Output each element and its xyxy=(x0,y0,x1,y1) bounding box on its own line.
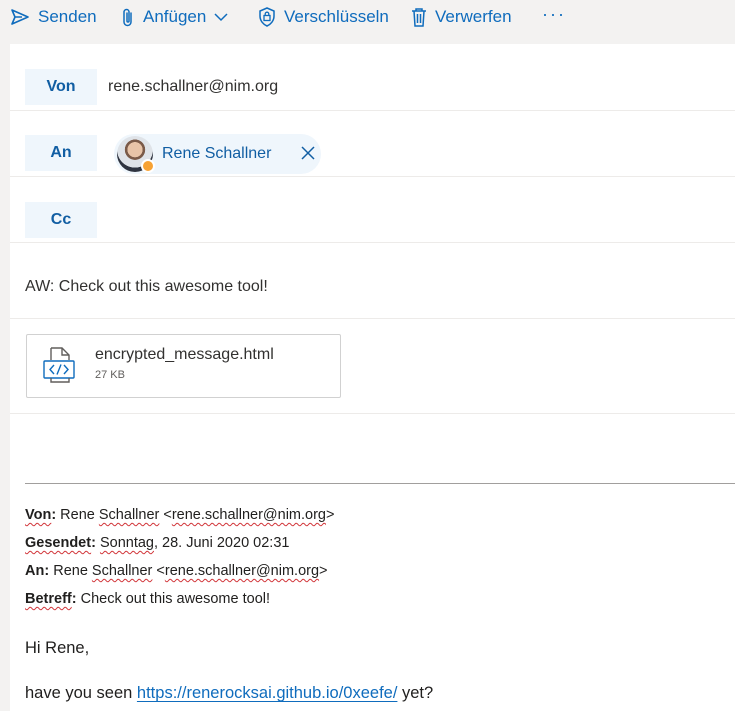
chevron-down-icon[interactable] xyxy=(214,12,228,22)
quoted-from-label: Von xyxy=(25,507,52,523)
quoted-to-surname: Schallner xyxy=(91,563,153,579)
shield-icon xyxy=(258,7,276,27)
compose-pane: Von rene.schallner@nim.org An Rene Schal… xyxy=(10,44,735,711)
attachment-name: encrypted_message.html xyxy=(95,346,274,363)
quoted-subject-label: Betreff xyxy=(25,591,72,607)
from-row: Von rene.schallner@nim.org xyxy=(10,44,735,111)
body-link[interactable]: https://renerocksai.github.io/0xeefe/ xyxy=(137,684,398,702)
quoted-subject-value: Check out this awesome tool! xyxy=(76,591,271,607)
attach-label: Anfügen xyxy=(143,7,207,26)
quoted-to-close: > xyxy=(319,563,328,579)
avatar xyxy=(117,136,155,173)
quoted-sent-day: Sonntag xyxy=(99,535,154,551)
attach-button[interactable]: Anfügen xyxy=(121,3,228,31)
discard-label: Verwerfen xyxy=(435,7,512,26)
quoted-sent-line: Gesendet: Sonntag, 28. Juni 2020 02:31 xyxy=(25,535,290,551)
quoted-sent-label: Gesendet xyxy=(25,535,92,551)
body-text-post: yet? xyxy=(397,684,434,702)
cc-row: Cc xyxy=(10,176,735,243)
quoted-to-label: An xyxy=(25,563,45,579)
quoted-from-close: > xyxy=(326,507,335,523)
body-greeting: Hi Rene, xyxy=(25,639,90,657)
send-button[interactable]: Senden xyxy=(10,3,97,31)
quoted-from-open: < xyxy=(159,507,172,523)
quoted-to-email: rene.schallner@nim.org xyxy=(164,563,320,579)
quoted-from-email: rene.schallner@nim.org xyxy=(171,507,326,523)
recipient-chip[interactable]: Rene Schallner xyxy=(114,134,321,174)
from-button[interactable]: Von xyxy=(25,69,97,105)
quoted-subject-line: Betreff: Check out this awesome tool! xyxy=(25,591,271,607)
quote-divider xyxy=(25,483,735,484)
subject-field[interactable]: AW: Check out this awesome tool! xyxy=(25,278,268,296)
quoted-from-surname: Schallner xyxy=(98,507,160,523)
command-bar: Senden Anfügen Verschlüsseln Verwerfen ·… xyxy=(0,0,735,40)
more-options-button[interactable]: ··· xyxy=(542,4,566,25)
cc-button[interactable]: Cc xyxy=(25,202,97,238)
close-icon[interactable] xyxy=(301,146,315,165)
to-button[interactable]: An xyxy=(25,135,97,171)
recipient-name: Rene Schallner xyxy=(162,145,272,162)
paperclip-icon xyxy=(121,7,135,27)
quoted-to-open: < xyxy=(152,563,165,579)
attachment-size: 27 KB xyxy=(95,369,125,381)
quoted-from-line: Von: Rene Schallner <rene.schallner@nim.… xyxy=(25,507,335,523)
body-text: have you seen https://renerocksai.github… xyxy=(25,684,433,703)
trash-icon xyxy=(411,7,427,27)
from-address[interactable]: rene.schallner@nim.org xyxy=(108,78,278,96)
attachment-card[interactable]: encrypted_message.html 27 KB xyxy=(26,334,341,398)
quoted-sent-date: , 28. Juni 2020 02:31 xyxy=(154,535,290,551)
presence-badge xyxy=(141,159,155,173)
quoted-to-pre: Rene xyxy=(49,563,92,579)
quoted-to-line: An: Rene Schallner <rene.schallner@nim.o… xyxy=(25,563,328,579)
quoted-from-pre: Rene xyxy=(56,507,99,523)
body-text-pre: have you seen xyxy=(25,684,137,702)
send-label: Senden xyxy=(38,7,97,26)
encrypt-label: Verschlüsseln xyxy=(284,7,389,26)
send-icon xyxy=(10,8,30,26)
html-file-icon xyxy=(43,347,77,388)
discard-button[interactable]: Verwerfen xyxy=(411,3,512,31)
encrypt-button[interactable]: Verschlüsseln xyxy=(258,3,389,31)
